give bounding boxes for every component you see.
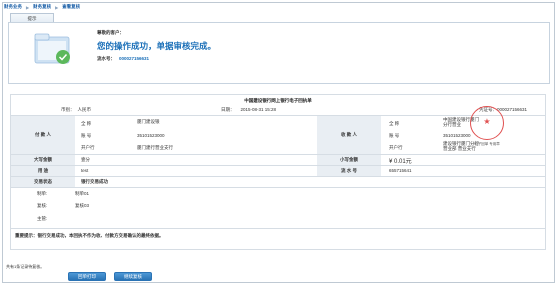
print-receipt-button[interactable]: 回单打印 — [68, 272, 106, 281]
important-notice: 重要提示：银行交易成功，本回执不作为收、付款方交易确认的最终依据。 — [15, 233, 164, 238]
status-value: 银行交易成功 — [81, 179, 108, 184]
status-label: 交易状态 — [11, 177, 75, 187]
payer-bank-label: 开户行 — [81, 145, 95, 150]
date-field: 日期： 2015-08-31 15:28 — [221, 107, 277, 112]
payee-label: 收 款 人 — [317, 116, 381, 154]
payer-name-label: 全 称 — [81, 121, 92, 126]
breadcrumb-item-business[interactable]: 财务业务 — [4, 4, 22, 10]
payer-account-label: 账 号 — [81, 133, 92, 138]
receipt-title: 中国建设银行网上银行电子回执单 — [244, 98, 312, 103]
amount-number-label: 小写金额 — [317, 155, 381, 165]
checker-label: 制单: — [37, 191, 48, 196]
payee-account: 35101523000 — [443, 133, 471, 138]
purpose-label: 用 途 — [11, 166, 75, 176]
greeting-text: 尊敬的客户： — [97, 30, 124, 35]
transaction-number-row: 流水号： 000027156631 — [97, 56, 149, 62]
breadcrumb-item-view: 查看复核 — [62, 4, 81, 9]
success-message: 您的操作成功，单据审核完成。 — [97, 41, 217, 51]
reviewer-label: 复核: — [37, 203, 48, 208]
continue-review-button[interactable]: 继续复核 — [114, 272, 152, 281]
payer-label: 付 款 人 — [11, 116, 75, 154]
payee-name-label: 全 称 — [389, 121, 400, 126]
payer-account: 35101523000 — [137, 133, 165, 138]
breadcrumb: 财务业务 ▶ 财务复核 ▶ 查看复核 — [4, 2, 80, 12]
txn-number: 000027156631 — [119, 56, 150, 61]
amount-number: ¥ 0.01元 — [389, 159, 412, 165]
serial-value: 655715641 — [389, 168, 412, 173]
reviewer-value: 复核03 — [75, 203, 90, 208]
amount-words-label: 大写金额 — [11, 155, 75, 165]
currency-field: 币别： 人民币 — [61, 107, 91, 112]
folder-success-icon — [34, 33, 70, 64]
success-panel: 尊敬的客户： 您的操作成功，单据审核完成。 流水号： 000027156631 — [8, 22, 550, 84]
txn-label: 流水号： — [97, 56, 115, 61]
breadcrumb-item-review[interactable]: 财务复核 — [33, 4, 51, 10]
checker-value: 制单01 — [75, 191, 90, 196]
electronic-receipt: 中国建设银行网上银行电子回执单 币别： 人民币 日期： 2015-08-31 15:… — [10, 94, 546, 250]
payer-bank: 厦门建行营业支行 — [137, 145, 173, 150]
approver-label: 主管: — [37, 216, 48, 221]
payee-account-label: 账 号 — [389, 133, 400, 138]
payee-bank-label: 开户行 — [389, 145, 403, 150]
stamp-text: 电子回单 专用章 — [474, 142, 500, 146]
receipt-stamp-icon: ★ — [470, 106, 504, 140]
purpose-value: test — [81, 168, 89, 173]
chevron-right-icon: ▶ — [55, 4, 59, 10]
amount-words: 壹分 — [81, 157, 90, 162]
payer-name: 厦门建设银 — [137, 119, 160, 124]
chevron-right-icon: ▶ — [26, 4, 30, 10]
pending-records-note: 共有1条记录待复核。 — [6, 264, 45, 269]
serial-label: 流 水 号 — [317, 166, 381, 176]
